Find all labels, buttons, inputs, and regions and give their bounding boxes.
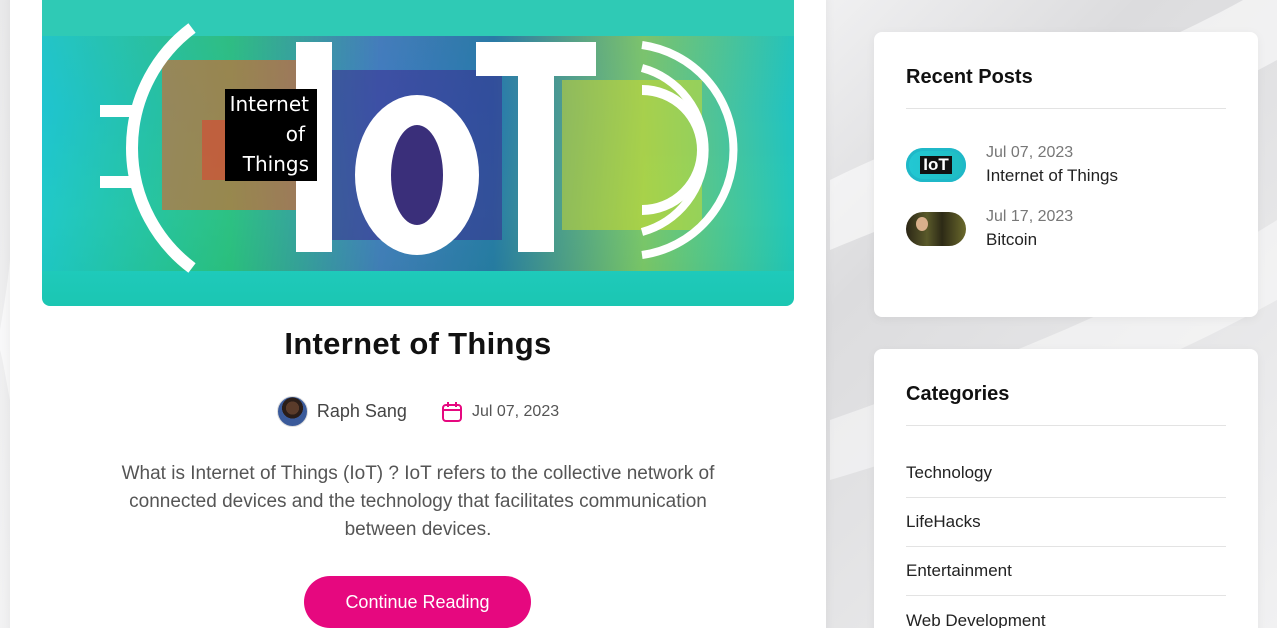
post-meta: Raph Sang Jul 07, 2023: [42, 396, 794, 427]
category-link-web-development[interactable]: Web Development: [906, 596, 1226, 628]
category-link-entertainment[interactable]: Entertainment: [906, 547, 1226, 596]
recent-post-item[interactable]: IoT Jul 07, 2023 Internet of Things: [906, 144, 1118, 186]
recent-post-title[interactable]: Bitcoin: [986, 230, 1073, 250]
recent-posts-widget: Recent Posts IoT Jul 07, 2023 Internet o…: [874, 32, 1258, 317]
post-excerpt: What is Internet of Things (IoT) ? IoT r…: [121, 463, 715, 540]
recent-post-thumbnail[interactable]: IoT: [906, 148, 966, 182]
recent-post-thumbnail[interactable]: [906, 212, 966, 246]
recent-post-item[interactable]: Jul 17, 2023 Bitcoin: [906, 208, 1073, 250]
recent-posts-title: Recent Posts: [906, 66, 1033, 88]
post-date-text: Jul 07, 2023: [471, 402, 560, 420]
divider: [906, 108, 1226, 109]
author-avatar: [276, 396, 308, 427]
category-list: Technology LifeHacks Entertainment Web D…: [906, 449, 1226, 628]
hero-badge-text: Internet of Things: [229, 92, 309, 176]
author-name: Raph Sang: [316, 401, 407, 421]
post-hero-image[interactable]: Internet of Things: [42, 0, 794, 306]
calendar-icon: [441, 401, 462, 422]
category-link-lifehacks[interactable]: LifeHacks: [906, 498, 1226, 547]
post-title[interactable]: Internet of Things: [42, 326, 794, 362]
categories-title: Categories: [906, 383, 1010, 405]
post-author[interactable]: Raph Sang: [276, 396, 407, 427]
recent-post-date: Jul 07, 2023: [986, 144, 1074, 161]
continue-reading-button[interactable]: Continue Reading: [304, 576, 531, 628]
recent-post-title[interactable]: Internet of Things: [986, 166, 1118, 186]
recent-post-date: Jul 17, 2023: [986, 208, 1074, 225]
categories-widget: Categories Technology LifeHacks Entertai…: [874, 349, 1258, 628]
divider: [906, 425, 1226, 426]
category-link-technology[interactable]: Technology: [906, 449, 1226, 498]
post-date: Jul 07, 2023: [441, 401, 559, 423]
